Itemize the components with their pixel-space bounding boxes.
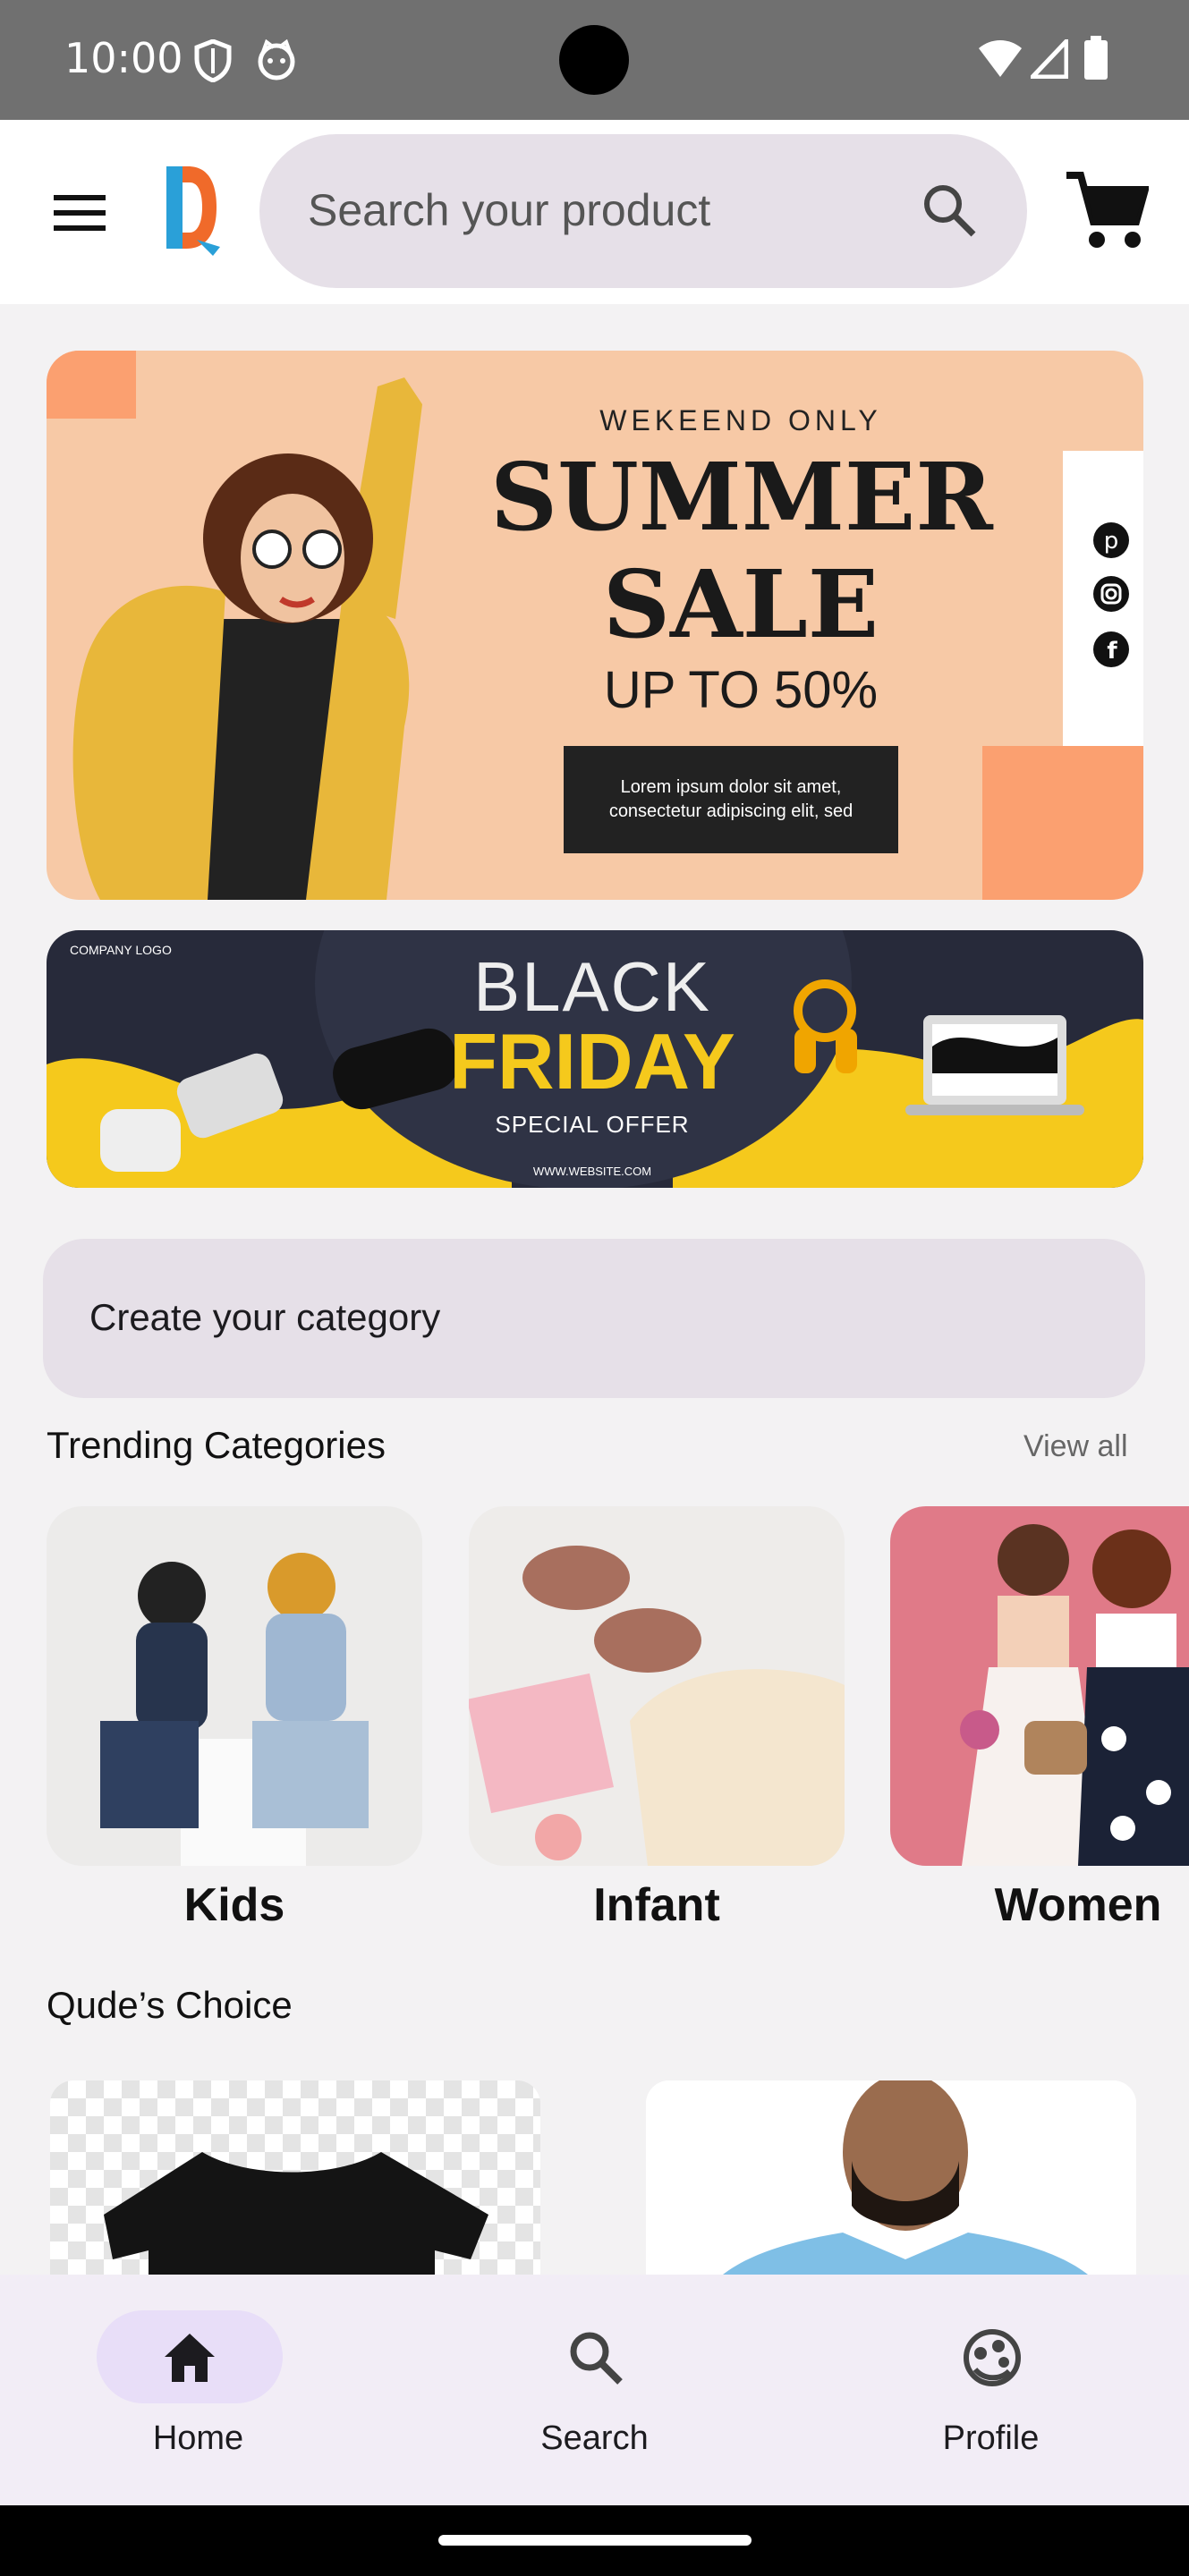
facebook-icon[interactable]: f (1091, 630, 1131, 669)
category-label-kids: Kids (183, 1879, 285, 1931)
kids-photo (100, 1553, 369, 1866)
black-friday-banner[interactable]: COMPANY LOGO BLACK FRIDAY SPECIAL OFFER … (47, 930, 1143, 1188)
banner-accent-square (982, 746, 1143, 900)
create-category-button[interactable]: Create your category (43, 1239, 1145, 1398)
product-card-shirt[interactable] (646, 2080, 1136, 2304)
category-card-kids[interactable] (47, 1506, 422, 1866)
search-icon[interactable] (920, 181, 979, 240)
choice-title: Qude’s Choice (47, 1984, 293, 2026)
menu-icon[interactable] (52, 191, 109, 234)
category-label-infant: Infant (593, 1879, 720, 1931)
women-photo (960, 1524, 1189, 1866)
signal-icon (1031, 39, 1068, 79)
banner-title-line1: SUMMER (490, 442, 993, 552)
pinterest-icon[interactable]: p (1091, 521, 1131, 560)
cat-face-icon (258, 39, 295, 80)
cart-icon[interactable] (1063, 168, 1149, 252)
gesture-handle[interactable] (438, 2535, 752, 2546)
home-icon (165, 2334, 215, 2382)
bottom-navigation: Home Search Profile (0, 2275, 1189, 2505)
battery-icon (1084, 36, 1108, 80)
bf-line2: FRIDAY (449, 1017, 735, 1106)
tshirt-photo (50, 2080, 540, 2304)
nav-profile-label: Profile (942, 2419, 1040, 2457)
category-card-women[interactable] (890, 1506, 1189, 1866)
shield-icon (194, 39, 232, 82)
nav-search[interactable]: Search (396, 2275, 793, 2505)
nav-search-label: Search (540, 2419, 649, 2457)
status-time: 10:00 (64, 34, 183, 82)
infant-photo (469, 1546, 845, 1866)
trending-title: Trending Categories (47, 1424, 386, 1466)
wifi-icon (979, 40, 1022, 77)
brand-logo[interactable] (157, 161, 224, 261)
shirt-model-photo (646, 2080, 1136, 2304)
create-category-label: Create your category (89, 1296, 441, 1338)
instagram-icon[interactable] (1091, 574, 1131, 614)
product-card-tshirt[interactable] (50, 2080, 540, 2304)
search-placeholder: Search your product (308, 185, 711, 235)
nav-home[interactable]: Home (0, 2275, 396, 2505)
status-bar: 10:00 (0, 0, 1189, 120)
banner-eyebrow: WEKEEND ONLY (599, 404, 882, 436)
gesture-bar (0, 2505, 1189, 2576)
company-logo-text: COMPANY LOGO (70, 943, 172, 957)
bf-sub: SPECIAL OFFER (495, 1111, 690, 1138)
nav-profile[interactable]: Profile (793, 2275, 1189, 2505)
camera-cutout (559, 25, 629, 95)
model-photo (72, 377, 422, 900)
category-label-women: Women (994, 1879, 1162, 1931)
view-all-link[interactable]: View all (1023, 1429, 1128, 1464)
bf-website: WWW.WEBSITE.COM (532, 1165, 652, 1178)
category-card-infant[interactable] (469, 1506, 845, 1866)
nav-home-label: Home (152, 2419, 244, 2457)
banner-title-line2: SALE (602, 549, 879, 659)
summer-sale-banner[interactable]: WEKEEND ONLY SUMMER SALE UP TO 50% Lorem… (47, 351, 1143, 900)
profile-icon (964, 2329, 1021, 2386)
banner-discount: UP TO 50% (603, 661, 879, 719)
search-bar[interactable]: Search your product (259, 134, 1027, 288)
svg-text:p: p (1104, 528, 1119, 555)
search-icon (570, 2332, 623, 2385)
banner-body-text: Lorem ipsum dolor sit amet, consectetur … (564, 746, 898, 853)
svg-text:f: f (1107, 638, 1117, 665)
